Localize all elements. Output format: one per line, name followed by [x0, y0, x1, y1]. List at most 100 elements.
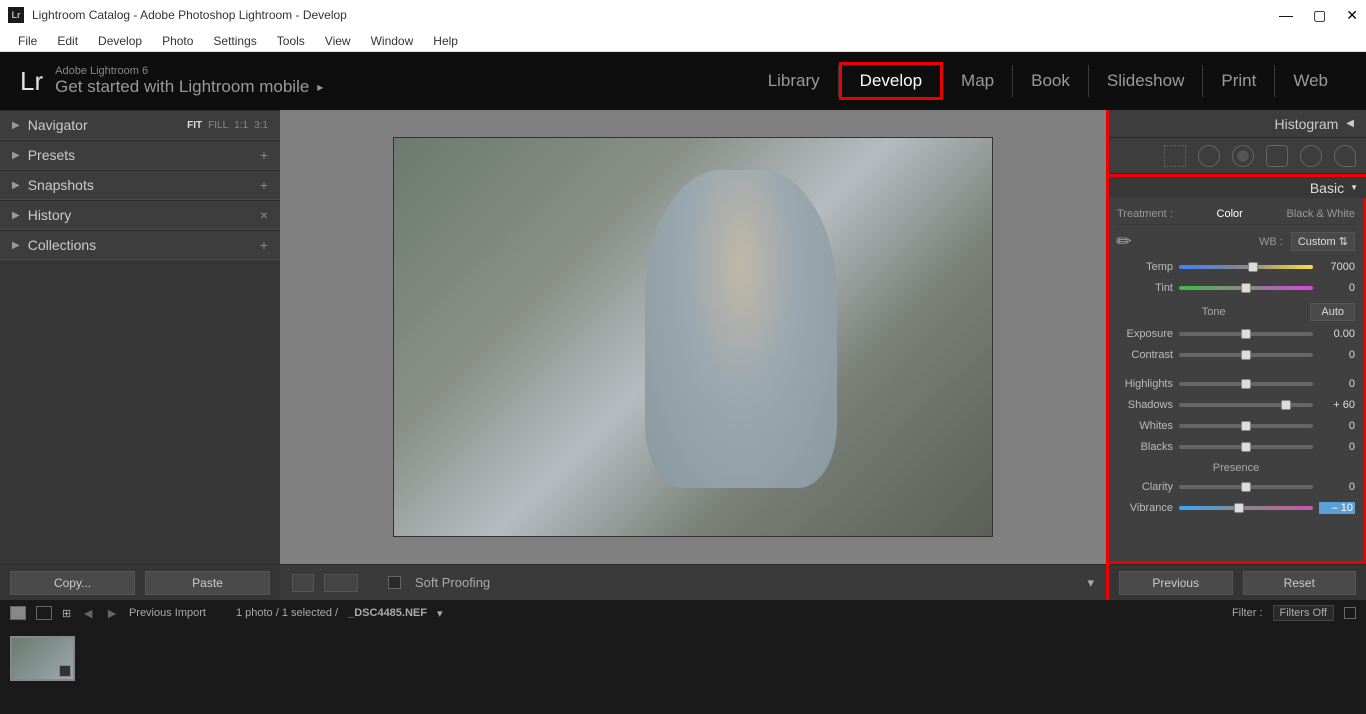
contrast-slider[interactable] — [1179, 353, 1313, 357]
redeye-icon[interactable] — [1232, 145, 1254, 167]
basic-panel-header[interactable]: Basic — [1109, 174, 1366, 198]
menu-photo[interactable]: Photo — [152, 34, 203, 48]
module-develop[interactable]: Develop — [839, 62, 943, 100]
history-panel-header[interactable]: ▶ History × — [0, 200, 280, 230]
wb-eyedropper-icon[interactable]: ✎ — [1112, 229, 1138, 255]
right-panel-group: Histogram◀ Basic Treatment : Color Black… — [1106, 110, 1366, 600]
paste-button[interactable]: Paste — [145, 571, 270, 595]
zoom-1to1[interactable]: 1:1 — [234, 120, 248, 131]
filter-lock-icon[interactable] — [1344, 607, 1356, 619]
radial-filter-icon[interactable] — [1300, 145, 1322, 167]
shadows-slider[interactable] — [1179, 403, 1313, 407]
close-button[interactable]: ✕ — [1346, 7, 1358, 24]
preview-photo — [393, 137, 993, 537]
develop-toolbar: Soft Proofing ▾ — [280, 564, 1106, 600]
soft-proofing-checkbox[interactable] — [388, 576, 401, 589]
clarity-value[interactable]: 0 — [1319, 481, 1355, 493]
snapshots-panel-header[interactable]: ▶ Snapshots + — [0, 170, 280, 200]
collections-panel-header[interactable]: ▶ Collections + — [0, 230, 280, 260]
tint-value[interactable]: 0 — [1319, 282, 1355, 294]
filmstrip-thumbnail[interactable] — [10, 636, 75, 681]
menu-edit[interactable]: Edit — [47, 34, 88, 48]
zoom-fit[interactable]: FIT — [187, 120, 202, 131]
treatment-bw[interactable]: Black & White — [1287, 208, 1355, 220]
current-filename[interactable]: _DSC4485.NEF — [348, 607, 427, 619]
contrast-value[interactable]: 0 — [1319, 349, 1355, 361]
add-icon[interactable]: + — [260, 147, 268, 163]
wb-dropdown[interactable]: Custom ⇅ — [1291, 232, 1355, 251]
before-after-icon[interactable] — [324, 574, 358, 592]
menu-help[interactable]: Help — [423, 34, 468, 48]
grid-view-icon[interactable]: ⊞ — [62, 607, 71, 620]
presets-panel-header[interactable]: ▶ Presets + — [0, 140, 280, 170]
add-icon[interactable]: + — [260, 177, 268, 193]
main-window-icon[interactable] — [10, 606, 26, 620]
source-label[interactable]: Previous Import — [129, 607, 206, 619]
toolbar-dropdown-icon[interactable]: ▾ — [1087, 575, 1094, 591]
vibrance-slider[interactable] — [1179, 506, 1313, 510]
loupe-view-icon[interactable] — [292, 574, 314, 592]
identity-title[interactable]: Get started with Lightroom mobile — [55, 77, 750, 97]
maximize-button[interactable]: ▢ — [1313, 7, 1326, 24]
tint-slider[interactable] — [1179, 286, 1313, 290]
crop-tool-icon[interactable] — [1164, 145, 1186, 167]
whites-value[interactable]: 0 — [1319, 420, 1355, 432]
module-slideshow[interactable]: Slideshow — [1089, 65, 1204, 97]
histogram-panel-header[interactable]: Histogram◀ — [1109, 110, 1366, 138]
spot-removal-icon[interactable] — [1198, 145, 1220, 167]
presence-section-label: Presence — [1117, 462, 1355, 474]
filter-label: Filter : — [1232, 607, 1263, 619]
graduated-filter-icon[interactable] — [1266, 145, 1288, 167]
reset-button[interactable]: Reset — [1243, 571, 1357, 595]
filmstrip[interactable] — [0, 626, 1366, 714]
treatment-color[interactable]: Color — [1217, 208, 1243, 220]
module-library[interactable]: Library — [750, 65, 839, 97]
add-icon[interactable]: + — [260, 237, 268, 253]
module-book[interactable]: Book — [1013, 65, 1089, 97]
menu-window[interactable]: Window — [361, 34, 424, 48]
module-print[interactable]: Print — [1203, 65, 1275, 97]
shadows-label: Shadows — [1117, 399, 1173, 411]
image-preview-area[interactable] — [280, 110, 1106, 564]
nav-forward-icon[interactable]: ► — [105, 605, 119, 621]
disclosure-icon: ▶ — [12, 180, 20, 191]
whites-slider[interactable] — [1179, 424, 1313, 428]
temp-slider[interactable] — [1179, 265, 1313, 269]
minimize-button[interactable]: — — [1279, 7, 1293, 24]
app-icon: Lr — [8, 7, 24, 23]
menu-tools[interactable]: Tools — [267, 34, 315, 48]
vibrance-value-input[interactable]: – 10 — [1319, 502, 1355, 514]
shadows-value[interactable]: + 60 — [1319, 399, 1355, 411]
menu-file[interactable]: File — [8, 34, 47, 48]
clear-icon[interactable]: × — [260, 207, 268, 223]
module-web[interactable]: Web — [1275, 65, 1346, 97]
photo-count: 1 photo / 1 selected / — [236, 607, 338, 619]
snapshots-label: Snapshots — [28, 177, 260, 193]
zoom-3to1[interactable]: 3:1 — [254, 120, 268, 131]
menu-settings[interactable]: Settings — [203, 34, 266, 48]
filter-dropdown[interactable]: Filters Off — [1273, 605, 1334, 621]
adjustment-brush-icon[interactable] — [1334, 145, 1356, 167]
menu-develop[interactable]: Develop — [88, 34, 152, 48]
temp-value[interactable]: 7000 — [1319, 261, 1355, 273]
highlights-value[interactable]: 0 — [1319, 378, 1355, 390]
nav-back-icon[interactable]: ◄ — [81, 605, 95, 621]
menu-view[interactable]: View — [315, 34, 361, 48]
blacks-value[interactable]: 0 — [1319, 441, 1355, 453]
exposure-slider[interactable] — [1179, 332, 1313, 336]
disclosure-icon: ▶ — [12, 150, 20, 161]
tint-label: Tint — [1117, 282, 1173, 294]
navigator-panel-header[interactable]: ▶ Navigator FIT FILL 1:1 3:1 — [0, 110, 280, 140]
exposure-value[interactable]: 0.00 — [1319, 328, 1355, 340]
previous-button[interactable]: Previous — [1119, 571, 1233, 595]
collections-label: Collections — [28, 237, 260, 253]
auto-tone-button[interactable]: Auto — [1310, 303, 1355, 321]
secondary-window-icon[interactable] — [36, 606, 52, 620]
zoom-fill[interactable]: FILL — [208, 120, 228, 131]
highlights-slider[interactable] — [1179, 382, 1313, 386]
blacks-slider[interactable] — [1179, 445, 1313, 449]
clarity-slider[interactable] — [1179, 485, 1313, 489]
copy-button[interactable]: Copy... — [10, 571, 135, 595]
module-map[interactable]: Map — [943, 65, 1013, 97]
filename-dropdown-icon[interactable]: ▾ — [437, 607, 443, 620]
